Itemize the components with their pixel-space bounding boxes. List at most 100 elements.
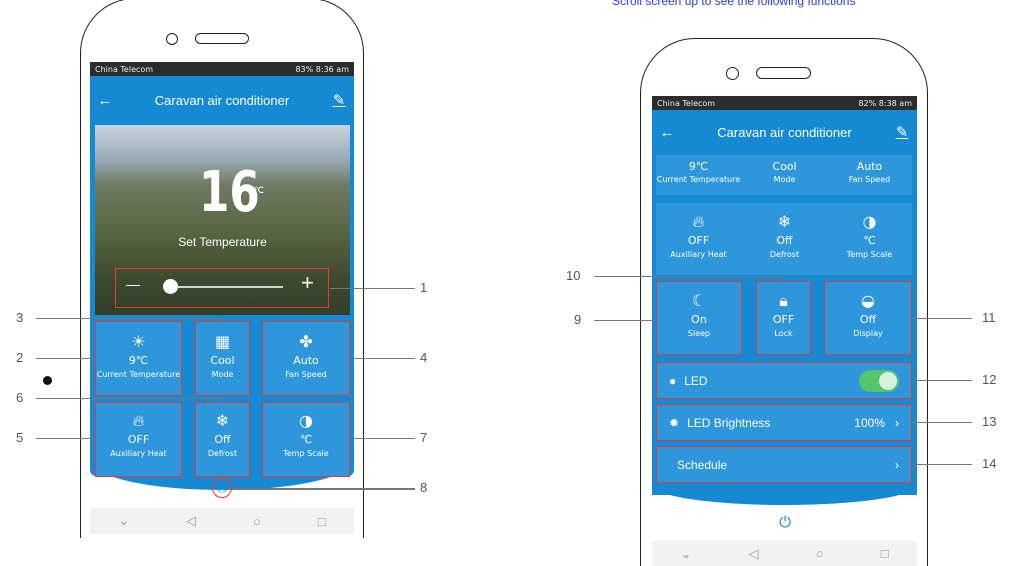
callout-2: 2 bbox=[16, 350, 24, 365]
right-half-circle-icon: ◑ bbox=[862, 212, 877, 231]
right-fan-value: Auto bbox=[856, 160, 883, 173]
nav-back-icon[interactable]: ◁ bbox=[186, 513, 196, 529]
right-defrost-value: Off bbox=[776, 234, 793, 247]
right-defrost-label: Defrost bbox=[769, 250, 800, 259]
right-flame-icon: 🔥︎ bbox=[692, 212, 705, 231]
callout-line-10 bbox=[594, 276, 784, 277]
callout-8: 8 bbox=[420, 480, 428, 495]
callout-5: 5 bbox=[16, 430, 24, 445]
right-aux-label: Auxiliary Heat bbox=[670, 250, 727, 259]
left-carrier: China Telecom bbox=[95, 64, 154, 74]
right-mode: Cool Mode bbox=[742, 158, 827, 194]
callout-line-10-v bbox=[783, 276, 784, 282]
right-carrier: China Telecom bbox=[657, 98, 716, 108]
right-aux-heat[interactable]: 🔥︎ OFF Auxiliary Heat bbox=[656, 206, 741, 272]
callout-4: 4 bbox=[420, 350, 428, 365]
right-speaker bbox=[756, 67, 811, 79]
left-camera bbox=[166, 33, 178, 45]
highlight-slider bbox=[115, 268, 329, 308]
right-fan: Auto Fan Speed bbox=[827, 158, 912, 194]
highlight-temp-scale bbox=[262, 402, 350, 477]
right-current-temp: 9℃ Current Temperature bbox=[656, 158, 741, 194]
callout-line-9 bbox=[594, 320, 656, 321]
callout-10: 10 bbox=[566, 268, 581, 283]
right-nav-bar: ⌄ ◁ ○ □ bbox=[652, 541, 917, 566]
right-temp-scale-value: ℃ bbox=[863, 234, 876, 247]
highlight-fan bbox=[262, 321, 350, 396]
highlight-sleep bbox=[656, 281, 742, 355]
callout-line-5 bbox=[36, 438, 95, 439]
left-status-right: 83% 8:36 am bbox=[295, 64, 349, 74]
manual-illustration: Scroll screen up to see the following fu… bbox=[0, 0, 1015, 566]
right-defrost[interactable]: ❄ Off Defrost bbox=[742, 206, 827, 272]
left-title: Caravan air conditioner bbox=[154, 92, 290, 108]
callout-12: 12 bbox=[982, 372, 997, 387]
callout-line-12 bbox=[912, 380, 972, 381]
callout-line-1 bbox=[330, 288, 415, 289]
callout-line-8 bbox=[232, 488, 415, 490]
right-edit-pencil-icon[interactable]: ✎ bbox=[887, 123, 917, 141]
right-power-button[interactable]: ⏻ bbox=[775, 513, 795, 533]
highlight-aux bbox=[95, 402, 182, 477]
right-temp-scale-label: Temp Scale bbox=[846, 250, 893, 259]
callout-line-3-v bbox=[222, 318, 223, 322]
right-camera bbox=[726, 67, 739, 80]
right-nav-recent-icon[interactable]: □ bbox=[881, 546, 889, 561]
right-mode-value: Cool bbox=[772, 160, 797, 173]
right-status-right: 82% 8:38 am bbox=[858, 98, 912, 108]
callout-line-4 bbox=[350, 358, 415, 359]
left-status-bar: China Telecom 83% 8:36 am bbox=[90, 62, 354, 76]
callout-1: 1 bbox=[420, 280, 428, 295]
highlight-schedule bbox=[656, 446, 912, 483]
right-back-arrow-icon[interactable]: ← bbox=[652, 124, 682, 141]
set-temperature-label: Set Temperature bbox=[178, 235, 267, 249]
callout-line-6-v bbox=[222, 398, 223, 403]
callout-line-2 bbox=[36, 358, 95, 359]
callout-3: 3 bbox=[16, 310, 24, 325]
right-nav-back-icon[interactable]: ◁ bbox=[749, 546, 759, 562]
set-temperature-value: 16 bbox=[199, 160, 260, 225]
right-snowflake-icon: ❄ bbox=[777, 212, 792, 231]
highlight-lock bbox=[756, 281, 811, 355]
callout-line-11 bbox=[912, 318, 972, 319]
callout-line-3 bbox=[36, 318, 223, 319]
highlight-led bbox=[656, 362, 912, 399]
back-arrow-icon[interactable]: ← bbox=[90, 92, 120, 109]
callout-line-7 bbox=[350, 438, 415, 439]
scroll-note: Scroll screen up to see the following fu… bbox=[612, 0, 856, 8]
callout-9: 9 bbox=[574, 312, 582, 327]
highlight-defrost bbox=[195, 402, 250, 477]
temperature-unit: ℃ bbox=[254, 185, 265, 195]
right-fan-label: Fan Speed bbox=[848, 175, 891, 184]
chevron-down-icon[interactable]: ⌄ bbox=[118, 513, 129, 529]
right-current-temp-label: Current Temperature bbox=[656, 175, 741, 184]
callout-line-14 bbox=[912, 464, 972, 465]
callout-13: 13 bbox=[982, 414, 997, 429]
right-chevron-down-icon[interactable]: ⌄ bbox=[681, 546, 692, 562]
callout-line-13 bbox=[912, 422, 972, 423]
right-nav-home-icon[interactable]: ○ bbox=[816, 546, 824, 561]
right-title: Caravan air conditioner bbox=[717, 124, 852, 140]
right-mode-label: Mode bbox=[773, 175, 796, 184]
highlight-mode bbox=[195, 321, 250, 396]
right-app-bar: ← Caravan air conditioner ✎ bbox=[652, 116, 917, 148]
callout-7: 7 bbox=[420, 430, 428, 445]
nav-home-icon[interactable]: ○ bbox=[253, 514, 261, 529]
nav-recent-icon[interactable]: □ bbox=[318, 514, 326, 529]
highlight-display bbox=[824, 281, 912, 355]
highlight-brightness bbox=[656, 404, 912, 441]
callout-14: 14 bbox=[982, 456, 997, 471]
left-nav-bar: ⌄ ◁ ○ □ bbox=[90, 508, 354, 534]
left-speaker bbox=[195, 33, 249, 44]
right-status-bar: China Telecom 82% 8:38 am bbox=[652, 96, 917, 110]
callout-line-6 bbox=[36, 398, 223, 399]
left-app-bar: ← Caravan air conditioner ✎ bbox=[90, 84, 354, 116]
bullet-dot bbox=[43, 376, 52, 385]
callout-6: 6 bbox=[16, 390, 24, 405]
right-current-temp-value: 9℃ bbox=[688, 160, 709, 173]
highlight-current-temp bbox=[95, 321, 182, 396]
power-button[interactable]: ⏻ bbox=[212, 478, 232, 498]
callout-11: 11 bbox=[982, 310, 996, 325]
right-temp-scale[interactable]: ◑ ℃ Temp Scale bbox=[827, 206, 912, 272]
edit-pencil-icon[interactable]: ✎ bbox=[324, 91, 354, 109]
